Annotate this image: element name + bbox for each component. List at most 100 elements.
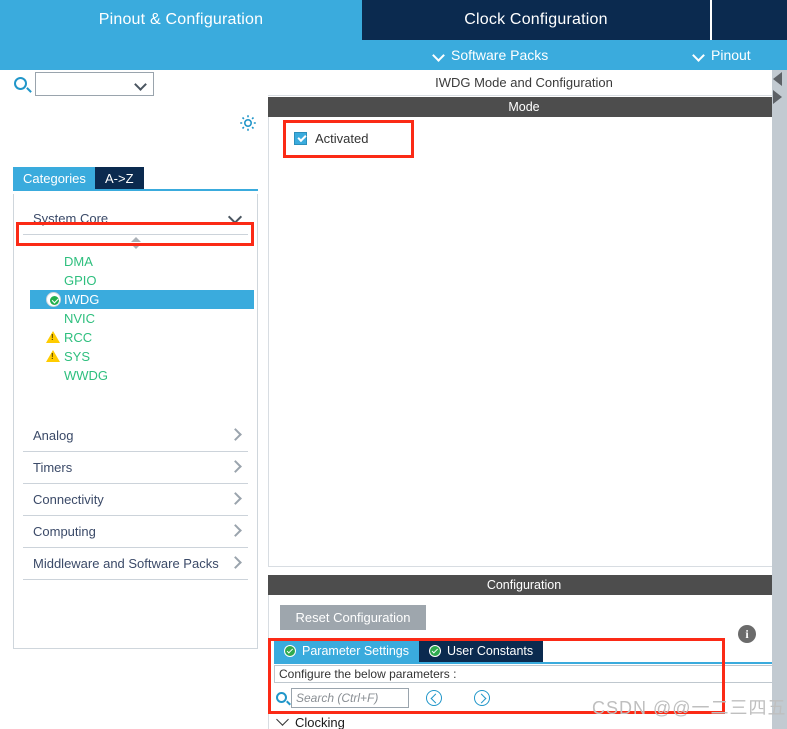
peripheral-item-label: SYS [64,349,91,364]
parameter-group-clocking-label: Clocking [295,715,345,729]
chevron-right-icon [229,460,242,473]
peripheral-item-label: GPIO [64,273,97,288]
check-circle-icon [284,645,296,657]
tab-clock-configuration-label: Clock Configuration [464,11,608,28]
activated-checkbox-row[interactable]: Activated [294,131,368,146]
subnav-pinout-label: Pinout [711,47,751,63]
tab-user-constants-label: User Constants [447,644,534,658]
sidebar-group-computing[interactable]: Computing [23,516,248,548]
peripheral-item-label: NVIC [64,311,96,326]
chevron-down-icon [694,50,705,61]
tab-pinout-configuration-label: Pinout & Configuration [98,11,264,28]
chevron-down-icon [134,78,147,91]
gear-icon[interactable] [238,113,258,133]
sidebar-group-analog[interactable]: Analog [23,420,248,452]
main-panel: IWDG Mode and Configuration Mode Activat… [268,70,780,729]
tab-user-constants[interactable]: User Constants [419,640,544,662]
peripheral-item-rcc[interactable]: RCC [14,328,257,347]
search-icon [276,692,287,703]
configure-note-label: Configure the below parameters : [279,667,457,681]
peripheral-item-label: IWDG [64,292,100,307]
sidebar-group-system-core-label: System Core [33,211,109,226]
chevron-right-icon [229,556,242,569]
sidebar-group-timers[interactable]: Timers [23,452,248,484]
configuration-tabs: Parameter Settings User Constants [274,640,544,662]
configure-note: Configure the below parameters : [274,665,777,683]
sub-navigation-bar: Software Packs Pinout [0,40,787,70]
peripheral-item-iwdg[interactable]: IWDG [30,290,254,309]
tab-overflow-area [711,0,787,40]
nav-separator [710,0,712,40]
scroll-down-icon [130,244,141,249]
page-title: IWDG Mode and Configuration [268,70,780,96]
sidebar-group-connectivity-label: Connectivity [33,492,104,507]
sidebar-group-middleware[interactable]: Middleware and Software Packs [23,548,248,580]
tab-parameter-settings[interactable]: Parameter Settings [274,640,419,662]
sidebar-group-connectivity[interactable]: Connectivity [23,484,248,516]
mode-section-header: Mode [268,97,780,117]
sidebar-tab-underline [13,189,258,191]
page-title-label: IWDG Mode and Configuration [435,75,613,90]
subnav-software-packs[interactable]: Software Packs [434,40,548,70]
vertical-scrollbar[interactable] [772,70,787,729]
warning-triangle-icon [46,331,60,343]
activated-checkbox[interactable] [294,132,307,145]
sidebar-group-middleware-label: Middleware and Software Packs [33,556,219,571]
check-circle-icon [429,645,441,657]
subnav-software-packs-label: Software Packs [451,47,549,63]
chevron-down-icon [276,713,289,726]
sidebar-search-combo[interactable] [35,72,154,96]
sidebar-group-timers-label: Timers [33,460,73,475]
top-navigation-bar: Pinout & Configuration Clock Configurati… [0,0,787,40]
reset-configuration-label: Reset Configuration [295,610,411,625]
sidebar-group-system-core[interactable]: System Core [23,203,248,235]
activated-label: Activated [315,131,369,146]
configuration-section-header-label: Configuration [486,578,562,592]
chevron-down-icon [434,50,445,61]
warning-triangle-icon [46,350,60,362]
search-icon [14,77,27,90]
configuration-tab-underline [274,662,777,664]
peripheral-item-sys[interactable]: SYS [14,347,257,366]
tab-categories-label: Categories [23,170,86,186]
peripheral-item-dma[interactable]: DMA [14,252,257,271]
scroll-expand-right-icon[interactable] [773,90,782,104]
peripheral-item-label: WWDG [64,368,109,383]
chevron-right-icon [229,428,242,441]
tab-a-to-z[interactable]: A->Z [95,167,144,189]
peripheral-item-gpio[interactable]: GPIO [14,271,257,290]
sidebar: Categories A->Z System Core DMA GPIO IWD… [0,70,264,729]
chevron-down-icon [227,209,243,225]
peripheral-item-label: RCC [64,330,93,345]
chevron-left-circle-icon[interactable] [426,690,442,706]
subnav-pinout[interactable]: Pinout [694,40,751,70]
reset-configuration-button[interactable]: Reset Configuration [280,605,426,630]
peripheral-item-wwdg[interactable]: WWDG [14,366,257,385]
chevron-right-icon [229,524,242,537]
parameter-search-placeholder: Search (Ctrl+F) [296,691,379,705]
tab-parameter-settings-label: Parameter Settings [302,644,409,658]
configuration-section-header: Configuration [268,575,780,595]
parameter-search-input[interactable]: Search (Ctrl+F) [291,688,409,708]
scroll-spinner[interactable] [14,235,257,252]
scroll-up-icon [130,237,141,242]
peripheral-tree: System Core DMA GPIO IWDG NVIC ! RCC ! S… [13,194,258,649]
watermark: CSDN @@一二三四五 [592,698,787,718]
cubemx-window: Pinout & Configuration Clock Configurati… [0,0,787,729]
sidebar-tabs: Categories A->Z [0,167,264,189]
chevron-right-icon [229,492,242,505]
tab-clock-configuration[interactable]: Clock Configuration [362,0,710,40]
tab-pinout-configuration[interactable]: Pinout & Configuration [0,0,362,40]
peripheral-item-label: DMA [64,254,93,269]
info-icon[interactable]: i [738,625,756,643]
mode-section-header-label: Mode [508,100,540,114]
chevron-right-circle-icon[interactable] [474,690,490,706]
sidebar-group-analog-label: Analog [33,428,74,443]
scroll-collapse-left-icon[interactable] [773,72,782,86]
peripheral-item-nvic[interactable]: NVIC [14,309,257,328]
tab-a-to-z-label: A->Z [105,170,134,186]
check-circle-icon [46,292,61,307]
sidebar-search-row [0,70,264,100]
mode-section-body [268,117,780,567]
tab-categories[interactable]: Categories [13,167,96,189]
